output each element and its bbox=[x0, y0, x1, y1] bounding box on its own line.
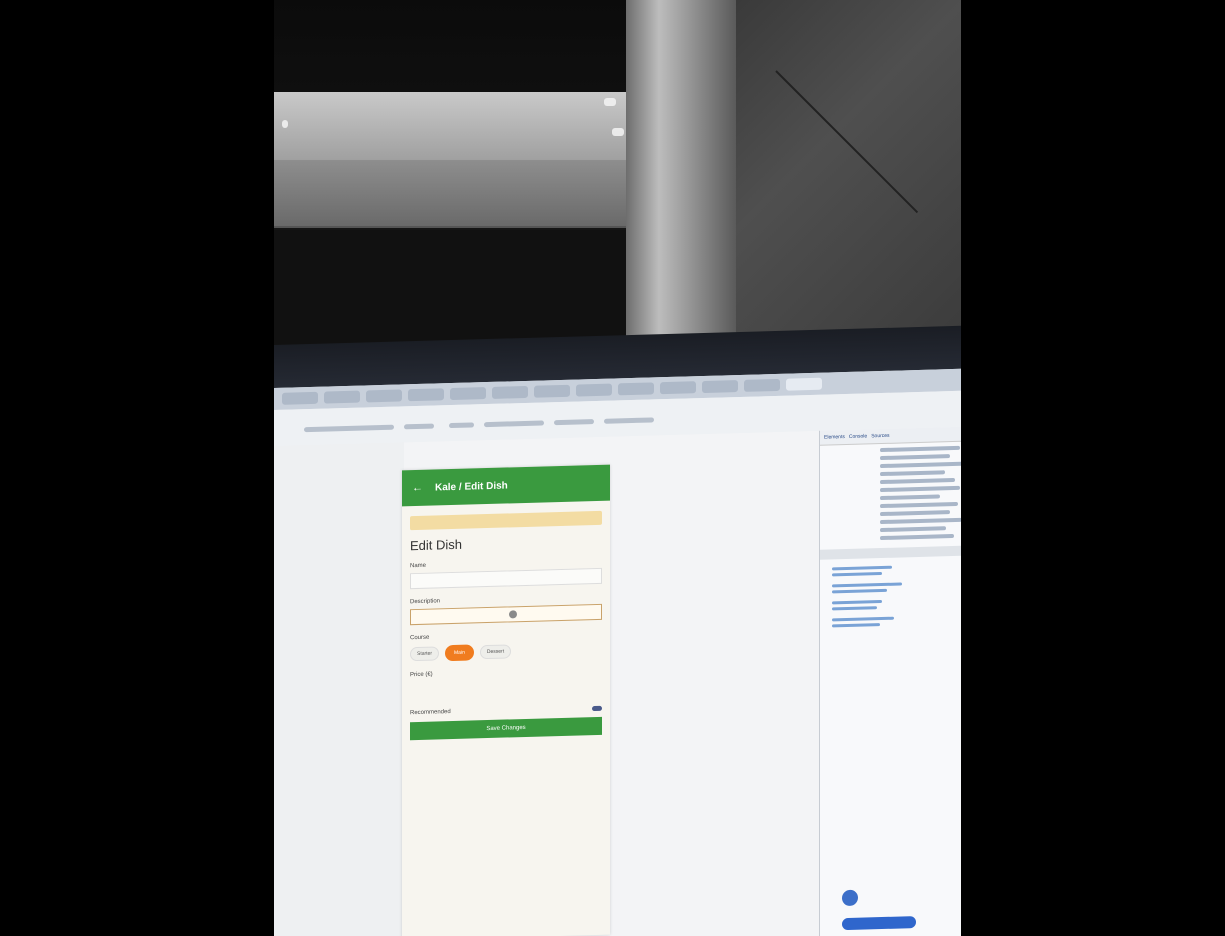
page-title: Edit Dish bbox=[410, 536, 463, 554]
course-option-main[interactable]: Main bbox=[445, 644, 474, 662]
toolbar-item[interactable] bbox=[449, 422, 474, 429]
browser-tab[interactable] bbox=[660, 381, 696, 395]
devtools-tab-console[interactable]: Console bbox=[849, 433, 867, 440]
code-line bbox=[880, 461, 961, 469]
account-button[interactable] bbox=[842, 916, 916, 931]
devtools-tab-elements[interactable]: Elements bbox=[824, 434, 845, 441]
monitor-screen: ← Kale / Edit Dish Edit Dish Name Descri… bbox=[274, 368, 961, 936]
browser-tab[interactable] bbox=[450, 387, 486, 401]
cursor-icon bbox=[509, 610, 517, 619]
code-line bbox=[880, 445, 960, 453]
toolbar-item[interactable] bbox=[604, 417, 654, 424]
name-input[interactable] bbox=[410, 567, 602, 590]
description-input[interactable] bbox=[410, 603, 602, 626]
price-input[interactable] bbox=[410, 681, 450, 698]
light-reflection bbox=[612, 128, 624, 136]
recommended-label: Recommended bbox=[410, 709, 451, 717]
code-line bbox=[880, 477, 955, 485]
arrow-left-icon[interactable]: ← bbox=[412, 482, 423, 494]
browser-tab-active[interactable] bbox=[786, 377, 822, 391]
recommended-row: Recommended bbox=[410, 705, 602, 716]
styles-block bbox=[832, 614, 961, 628]
recommended-toggle[interactable] bbox=[592, 705, 602, 711]
save-button[interactable]: Save Changes bbox=[410, 716, 602, 741]
toolbar-item[interactable] bbox=[554, 419, 594, 426]
code-line bbox=[880, 470, 945, 477]
price-label: Price (€) bbox=[410, 671, 433, 679]
code-line bbox=[880, 454, 950, 461]
browser-tab[interactable] bbox=[324, 390, 360, 404]
mobile-app-preview: ← Kale / Edit Dish Edit Dish Name Descri… bbox=[402, 464, 610, 936]
light-reflection bbox=[282, 120, 288, 128]
wall-panel bbox=[736, 0, 961, 350]
code-line bbox=[880, 517, 961, 525]
browser-tab[interactable] bbox=[282, 391, 318, 405]
toolbar-item[interactable] bbox=[404, 423, 434, 430]
avatar[interactable] bbox=[842, 889, 858, 907]
browser-tab[interactable] bbox=[408, 388, 444, 402]
browser-tab[interactable] bbox=[618, 382, 654, 396]
code-line bbox=[880, 501, 958, 509]
light-reflection bbox=[604, 98, 616, 106]
browser-tab[interactable] bbox=[702, 380, 738, 394]
shelf-middle bbox=[274, 160, 654, 228]
toolbar-item[interactable] bbox=[484, 420, 544, 428]
browser-tab[interactable] bbox=[744, 378, 780, 392]
styles-block bbox=[832, 563, 961, 577]
browser-tab[interactable] bbox=[534, 384, 570, 398]
url-bar[interactable] bbox=[304, 424, 394, 433]
shelf-upper bbox=[274, 92, 654, 164]
devtools-divider bbox=[820, 545, 961, 560]
course-option-starter[interactable]: Starter bbox=[410, 646, 440, 662]
course-selector: Starter Main Dessert bbox=[410, 641, 602, 662]
page-area: ← Kale / Edit Dish Edit Dish Name Descri… bbox=[274, 430, 819, 936]
left-margin bbox=[274, 442, 404, 936]
code-line bbox=[880, 510, 950, 517]
header-title: Kale / Edit Dish bbox=[435, 479, 508, 494]
code-line bbox=[880, 494, 940, 501]
shelf-lower bbox=[274, 230, 654, 352]
styles-block bbox=[832, 580, 961, 594]
app-header: ← Kale / Edit Dish bbox=[402, 464, 610, 507]
devtools-panel: Elements Console Sources bbox=[819, 426, 961, 936]
code-line bbox=[880, 534, 954, 541]
warning-banner bbox=[410, 510, 602, 531]
browser-tab[interactable] bbox=[492, 385, 528, 399]
browser-tab[interactable] bbox=[366, 389, 402, 403]
code-line bbox=[880, 526, 946, 533]
devtools-tab-sources[interactable]: Sources bbox=[871, 433, 889, 440]
course-option-dessert[interactable]: Dessert bbox=[479, 644, 512, 660]
styles-block bbox=[832, 597, 961, 611]
photo-frame: ← Kale / Edit Dish Edit Dish Name Descri… bbox=[274, 0, 961, 936]
course-label: Course bbox=[410, 634, 430, 642]
code-line bbox=[880, 485, 960, 493]
devtools-tabs: Elements Console Sources bbox=[820, 426, 961, 446]
pillar bbox=[626, 0, 736, 350]
browser-tab[interactable] bbox=[576, 383, 612, 397]
